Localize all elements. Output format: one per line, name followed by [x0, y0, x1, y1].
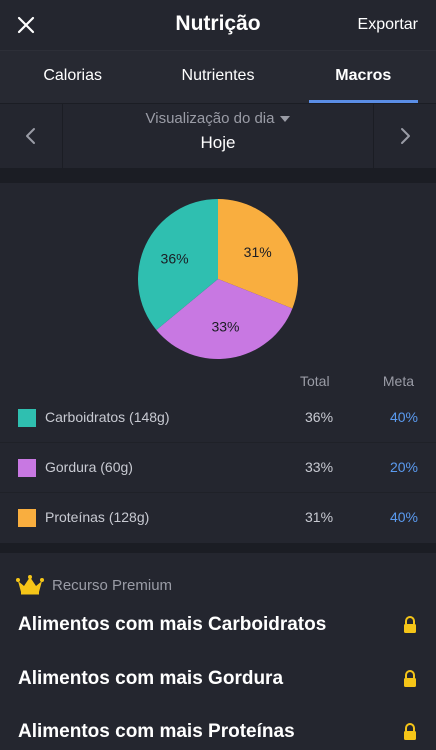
- premium-item-carbs[interactable]: Alimentos com mais Carboidratos: [18, 610, 418, 640]
- table-row: Carboidratos (148g) 36% 40%: [0, 393, 436, 443]
- day-selector: Visualização do dia Hoje: [0, 103, 436, 169]
- pie-slice-label: 36%: [161, 251, 189, 267]
- next-day-button[interactable]: [373, 104, 436, 168]
- macro-goal[interactable]: 20%: [390, 459, 418, 475]
- chevron-right-icon: [401, 128, 410, 144]
- day-view-caption: Visualização do dia: [63, 110, 373, 127]
- lock-icon: [404, 670, 416, 687]
- day-value: Hoje: [200, 133, 236, 152]
- premium-item-fat[interactable]: Alimentos com mais Gordura: [18, 664, 418, 694]
- color-swatch: [18, 509, 36, 527]
- table-row: Gordura (60g) 33% 20%: [0, 443, 436, 493]
- premium-item-label: Alimentos com mais Gordura: [18, 668, 284, 689]
- nutrition-screen: Nutrição Exportar Calorias Nutrientes Ma…: [0, 0, 436, 750]
- macros-card: 31% 33% 36% Total Meta Carboidratos (148g)…: [0, 183, 436, 543]
- day-view-caption-text: Visualização do dia: [145, 110, 275, 127]
- column-header-goal: Meta: [382, 373, 414, 389]
- pie-svg: 31% 33% 36%: [138, 199, 298, 359]
- macro-name: Carboidratos (148g): [45, 409, 170, 425]
- export-button[interactable]: Exportar: [358, 16, 418, 34]
- macros-table: Carboidratos (148g) 36% 40% Gordura (60g…: [0, 393, 436, 542]
- top-bar: Nutrição Exportar: [0, 0, 436, 50]
- column-header-total: Total: [300, 373, 330, 389]
- tab-calorias[interactable]: Calorias: [0, 51, 145, 103]
- macro-total: 36%: [305, 409, 334, 425]
- day-view-dropdown[interactable]: Visualização do dia Hoje: [63, 104, 373, 168]
- crown-icon: [16, 575, 44, 595]
- section-divider: [0, 543, 436, 553]
- tab-macros[interactable]: Macros: [291, 51, 436, 103]
- macro-goal[interactable]: 40%: [390, 409, 418, 425]
- macro-name: Proteínas (128g): [45, 509, 150, 525]
- chevron-left-icon: [26, 128, 35, 144]
- color-swatch: [18, 459, 36, 477]
- macro-total: 33%: [305, 459, 334, 475]
- lock-icon: [404, 616, 416, 633]
- tab-nutrientes[interactable]: Nutrientes: [145, 51, 290, 103]
- pie-slice-label: 31%: [244, 244, 272, 260]
- table-row: Proteínas (128g) 31% 40%: [0, 493, 436, 542]
- lock-icon: [404, 723, 416, 740]
- macro-total: 31%: [305, 509, 334, 525]
- caret-down-icon: [280, 116, 291, 123]
- macro-name: Gordura (60g): [45, 459, 133, 475]
- tab-bar: Calorias Nutrientes Macros: [0, 50, 436, 103]
- premium-header: Recurso Premium: [16, 575, 172, 595]
- macros-pie-chart: 31% 33% 36%: [138, 199, 298, 359]
- pie-slice-label: 33%: [211, 318, 239, 334]
- premium-item-label: Alimentos com mais Proteínas: [18, 721, 295, 742]
- color-swatch: [18, 409, 36, 427]
- section-divider: [0, 169, 436, 183]
- premium-item-label: Alimentos com mais Carboidratos: [18, 614, 327, 635]
- premium-label: Recurso Premium: [52, 576, 173, 594]
- premium-section: Recurso Premium Alimentos com mais Carbo…: [0, 553, 436, 750]
- previous-day-button[interactable]: [0, 104, 63, 168]
- macro-goal[interactable]: 40%: [390, 509, 418, 525]
- premium-item-protein[interactable]: Alimentos com mais Proteínas: [18, 717, 418, 747]
